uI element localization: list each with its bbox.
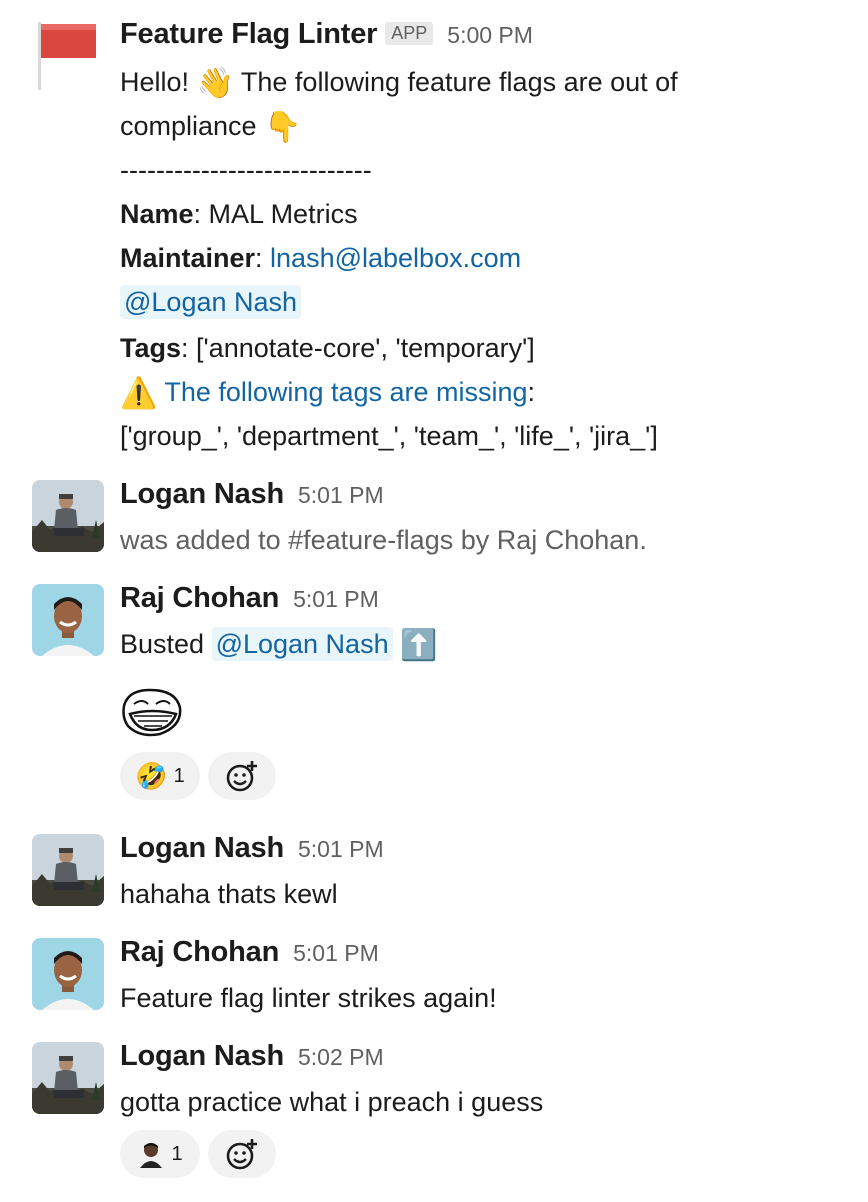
message-text: Feature flag linter strikes again! xyxy=(120,983,497,1013)
missing-colon: : xyxy=(527,377,536,407)
message-text: hahaha thats kewl xyxy=(120,879,338,909)
point-down-emoji-icon: 👇 xyxy=(264,111,302,144)
tags-value: : ['annotate-core', 'temporary'] xyxy=(181,333,535,363)
timestamp[interactable]: 5:02 PM xyxy=(298,1044,384,1070)
raj-avatar-icon xyxy=(32,584,104,656)
user-mention[interactable]: @Logan Nash xyxy=(120,285,302,319)
greeting-text: Hello! xyxy=(120,67,197,97)
missing-tags-link[interactable]: The following tags are missing xyxy=(164,377,527,407)
logan-avatar-icon xyxy=(32,1042,104,1114)
maintainer-sep: : xyxy=(255,243,271,273)
logan-avatar-icon xyxy=(32,834,104,906)
up-arrow-emoji-icon: ⬆️ xyxy=(400,629,438,662)
avatar[interactable] xyxy=(32,938,104,1010)
add-reaction-button[interactable] xyxy=(208,752,276,800)
add-reaction-button[interactable] xyxy=(208,1130,276,1178)
rofl-emoji-icon: 🤣 xyxy=(135,760,168,791)
message-text: gotta practice what i preach i guess xyxy=(120,1087,544,1117)
sender-name[interactable]: Logan Nash xyxy=(120,1040,284,1072)
timestamp[interactable]: 5:01 PM xyxy=(298,482,384,508)
compliance-text: compliance xyxy=(120,111,265,141)
sender-name[interactable]: Logan Nash xyxy=(120,478,284,510)
avatar[interactable] xyxy=(32,480,104,552)
reaction-count: 1 xyxy=(171,1142,183,1165)
avatar[interactable] xyxy=(32,834,104,906)
logan-avatar-icon xyxy=(32,480,104,552)
sender-name[interactable]: Logan Nash xyxy=(120,832,284,864)
wave-emoji-icon: 👋 xyxy=(196,67,234,100)
reaction-custom[interactable]: 1 xyxy=(120,1130,200,1178)
missing-tags-list: ['group_', 'department_', 'team_', 'life… xyxy=(120,421,658,451)
flag-avatar[interactable] xyxy=(32,18,104,90)
sender-name[interactable]: Raj Chohan xyxy=(120,936,279,968)
timestamp[interactable]: 5:00 PM xyxy=(447,22,533,48)
message-logan-kewl: Logan Nash 5:01 PM hahaha thats kewl xyxy=(0,824,868,924)
sender-name[interactable]: Raj Chohan xyxy=(120,582,279,614)
timestamp[interactable]: 5:01 PM xyxy=(293,586,379,612)
message-feature-flag-linter: Feature Flag Linter APP 5:00 PM Hello! 👋 T… xyxy=(0,0,868,470)
tags-label: Tags xyxy=(120,333,182,363)
add-reaction-icon xyxy=(226,761,257,792)
greeting-rest: The following feature flags are out of xyxy=(233,67,678,97)
avatar[interactable] xyxy=(32,1042,104,1114)
sender-name[interactable]: Feature Flag Linter xyxy=(120,18,377,50)
divider-text: ---------------------------- xyxy=(120,155,372,185)
reaction-count: 1 xyxy=(173,764,185,787)
message-raj-busted: Raj Chohan 5:01 PM Busted @Logan Nash ⬆️ … xyxy=(0,574,868,814)
add-reaction-icon xyxy=(226,1139,257,1170)
user-mention[interactable]: @Logan Nash xyxy=(211,627,393,661)
maintainer-label: Maintainer xyxy=(120,243,256,273)
message-raj-strikes: Raj Chohan 5:01 PM Feature flag linter st… xyxy=(0,928,868,1028)
warning-icon: ⚠️ xyxy=(120,377,158,410)
message-logan-preach: Logan Nash 5:02 PM gotta practice what i … xyxy=(0,1032,868,1202)
app-badge: APP xyxy=(385,22,434,45)
red-flag-icon xyxy=(38,22,96,90)
reaction-rofl[interactable]: 🤣 1 xyxy=(120,752,200,800)
name-label: Name xyxy=(120,199,194,229)
raj-avatar-icon xyxy=(32,938,104,1010)
avatar[interactable] xyxy=(32,584,104,656)
message-text: Busted xyxy=(120,629,212,659)
trollface-icon xyxy=(120,686,184,738)
maintainer-email-link[interactable]: lnash@labelbox.com xyxy=(270,243,521,273)
custom-face-emoji-icon xyxy=(137,1140,165,1168)
message-text: Hello! 👋 The following feature flags are… xyxy=(120,60,678,106)
message-logan-join: Logan Nash 5:01 PM was added to #feature-… xyxy=(0,470,868,570)
join-text: was added to #feature-flags by Raj Choha… xyxy=(120,525,647,555)
timestamp[interactable]: 5:01 PM xyxy=(293,940,379,966)
name-value: : MAL Metrics xyxy=(193,199,358,229)
timestamp[interactable]: 5:01 PM xyxy=(298,836,384,862)
